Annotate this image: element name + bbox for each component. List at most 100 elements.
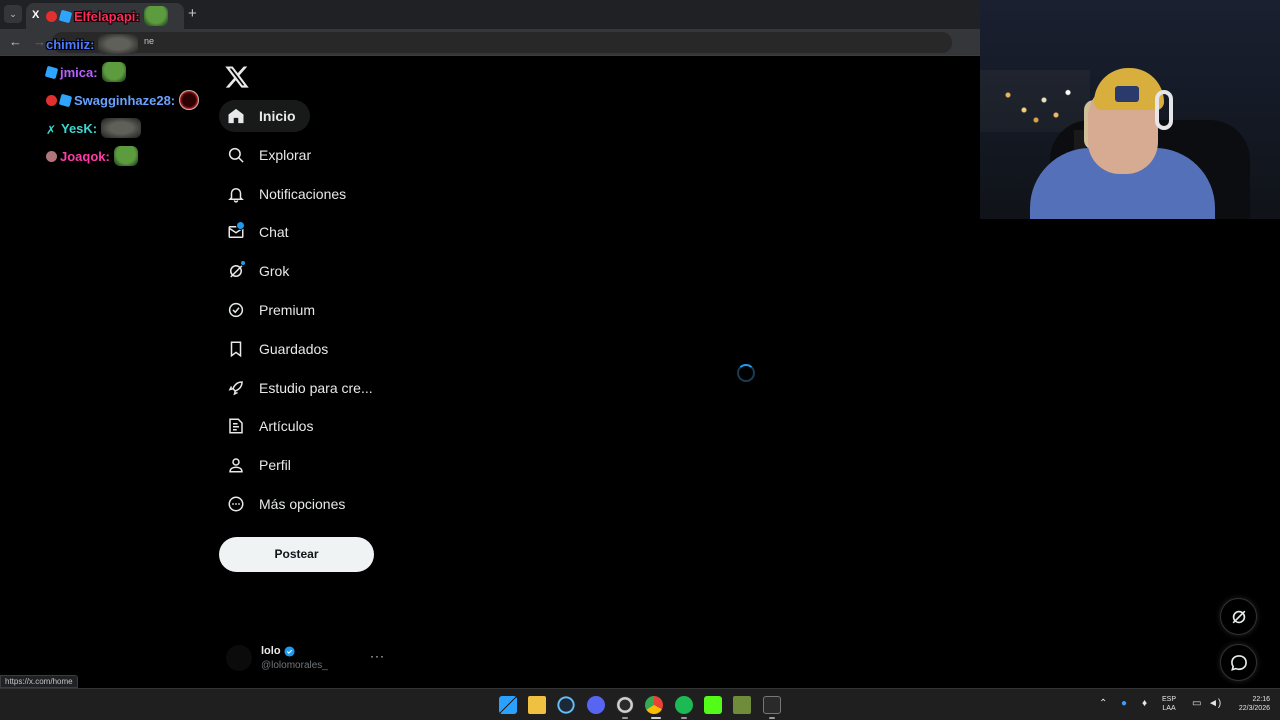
url-text: ne [144,36,155,46]
obs-icon[interactable] [616,696,634,714]
chat-line: ✗ YesK: [46,116,142,140]
keyboard-language[interactable]: ESP LAA [1162,695,1176,713]
red-emote-icon [179,90,200,110]
chat-username: Joaqok: [60,148,110,164]
nav-item-label: Más opciones [259,496,346,512]
bell-icon [228,188,244,203]
nav-item-estudio[interactable]: Estudio para cre... [219,372,387,404]
discord-icon[interactable] [587,696,605,714]
account-name-row: lolo [261,645,295,657]
messages-floating-button[interactable] [1220,644,1257,681]
obs-running-indicator [622,717,628,719]
badge-icon [58,93,73,107]
premium-icon [228,302,244,318]
post-button[interactable]: Postear [219,537,374,572]
nav-item-notificaciones[interactable]: Notificaciones [219,178,360,210]
time-label: 22:16 [1252,696,1270,703]
taskbar: ⌃ ● ♦ ESP LAA ▭ ◄) 22:16 22/3/2026 [0,688,1280,720]
webcam-overlay [980,0,1280,219]
search-icon [228,147,244,163]
badge-icon [46,10,57,22]
nav-item-articulos[interactable]: Artículos [219,410,327,442]
kick-icon[interactable] [704,696,722,714]
cam-headset [1155,90,1173,130]
sword-badge-icon: ✗ [46,122,57,137]
lang-label: ESP [1162,696,1177,703]
account-handle: @lolomorales_ [261,660,328,671]
badge-icon [58,9,73,23]
badge-icon [46,150,57,162]
spotify-running-indicator [681,717,687,719]
nav-item-label: Grok [259,263,290,279]
nav-item-explorar[interactable]: Explorar [219,139,325,171]
monkey-emote-icon [101,118,142,138]
x-logo-icon[interactable] [224,64,250,90]
badge-icon [44,65,59,79]
url-field[interactable]: ne [52,32,952,53]
file-explorer-icon[interactable] [528,696,546,714]
account-name: lolo [261,645,281,657]
chat-line: chimiiz: [46,32,139,56]
epic-games-icon[interactable] [763,696,781,714]
verified-badge-icon [284,645,295,657]
nav-item-label: Notificaciones [259,186,347,202]
grok-floating-button[interactable] [1220,598,1257,635]
nav-item-grok[interactable]: Grok [219,255,303,287]
mic-tray-icon[interactable]: ♦ [1142,699,1147,709]
pepe-emote-icon [101,62,126,82]
new-tab-button[interactable]: + [188,6,197,21]
nav-item-chat[interactable]: Chat [219,216,303,248]
epic-running-indicator [769,717,775,719]
date-label: 22/3/2026 [1238,705,1270,712]
nav-item-label: Inicio [259,108,296,124]
chat-username: Swagginhaze28: [74,92,176,108]
chat-line: Swagginhaze28: [46,88,200,112]
nav-item-label: Estudio para cre... [259,380,373,396]
nav-item-label: Artículos [259,418,314,434]
nav-item-premium[interactable]: Premium [219,294,329,326]
chat-username: jmica: [60,64,98,80]
nav-item-mas-opciones[interactable]: Más opciones [219,488,359,520]
steam-icon[interactable] [557,696,575,714]
loading-spinner [737,364,755,382]
article-icon [229,418,243,434]
person-icon [229,458,243,473]
clock[interactable]: 22:16 22/3/2026 [1226,695,1270,713]
chat-line: jmica: [44,60,126,84]
more-circle-icon [228,496,244,512]
network-icon[interactable]: ▭ [1192,699,1201,709]
forward-button[interactable]: → [33,35,46,49]
chat-line: Elfelapapi: [46,4,168,28]
status-url: https://x.com/home [0,675,78,688]
chrome-icon[interactable] [645,696,663,714]
nav-item-label: Guardados [259,341,329,357]
security-tray-icon[interactable]: ● [1121,699,1127,709]
pepe-emote-icon [113,146,138,166]
tray-overflow-icon[interactable]: ⌃ [1099,699,1107,709]
windows-start-icon[interactable] [499,696,517,714]
chat-username: YesK: [61,120,98,136]
account-more-icon[interactable]: ··· [370,649,385,663]
back-button[interactable]: ← [9,35,22,49]
volume-icon[interactable]: ◄) [1208,699,1221,709]
layout-label: LAA [1162,705,1176,712]
monkey-emote-icon [98,34,139,54]
chat-username: chimiiz: [46,36,95,52]
chat-line: Joaqok: [46,144,138,168]
nav-item-label: Explorar [259,147,312,163]
nav-item-label: Perfil [259,457,291,473]
chat-unread-badge [236,221,245,230]
bookmark-icon [230,341,242,358]
spotify-icon[interactable] [675,696,693,714]
nav-item-perfil[interactable]: Perfil [219,449,305,481]
tab-search-dropdown[interactable]: ⌄ [4,5,22,23]
nav-item-inicio[interactable]: Inicio [219,100,310,132]
pepe-emote-icon [143,6,168,26]
nav-item-guardados[interactable]: Guardados [219,333,342,365]
account-switcher[interactable]: lolo @lolomorales_ ··· [226,642,386,674]
nav-item-label: Premium [259,302,316,318]
cam-city-lights [1000,80,1080,130]
rocket-icon [228,381,243,396]
chat-username: Elfelapapi: [74,8,140,24]
minecraft-icon[interactable] [733,696,751,714]
